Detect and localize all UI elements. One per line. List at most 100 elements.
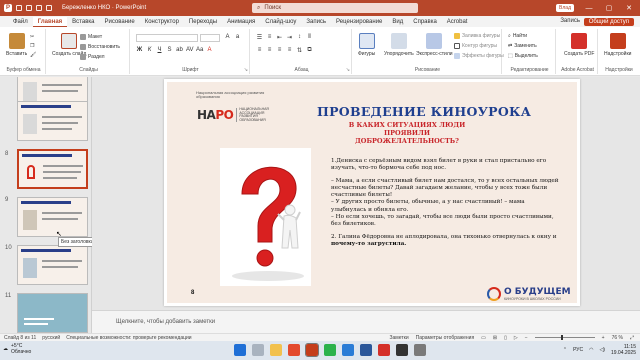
save-icon[interactable] — [26, 5, 32, 11]
start-menu-icon[interactable] — [234, 344, 246, 356]
justify-icon[interactable]: ≡ — [286, 47, 293, 54]
font-size-select[interactable] — [200, 34, 220, 42]
copy-icon[interactable]: ❐ — [30, 43, 34, 49]
columns-icon[interactable]: ⫴ — [306, 34, 313, 41]
grow-font-icon[interactable]: A — [224, 34, 231, 40]
font-color-icon[interactable]: A — [206, 47, 213, 53]
zoom-slider[interactable] — [534, 335, 595, 340]
addins-button[interactable]: Надстройки — [604, 33, 631, 57]
tab-acrobat[interactable]: Acrobat — [442, 17, 473, 27]
tab-file[interactable]: Файл — [8, 17, 33, 27]
slideshow-icon[interactable]: ▷ — [514, 335, 518, 341]
tab-draw[interactable]: Рисование — [99, 17, 139, 27]
smartart-icon[interactable]: ⧉ — [306, 47, 313, 54]
layout-button[interactable]: Макет — [80, 34, 102, 40]
line-spacing-icon[interactable]: ↕ — [296, 34, 303, 41]
settings-icon[interactable] — [414, 344, 426, 356]
accessibility-status[interactable]: Специальные возможности: проверьте реком… — [66, 335, 191, 341]
slide-thumbnails-pane[interactable]: 8 9 10 11 — [0, 77, 92, 333]
reset-button[interactable]: Восстановить — [80, 44, 120, 50]
slide-thumbnail-7[interactable] — [17, 101, 88, 141]
whatsapp-icon[interactable] — [324, 344, 336, 356]
align-right-icon[interactable]: ≡ — [276, 47, 283, 54]
bullets-icon[interactable]: ☰ — [256, 34, 263, 41]
tab-record[interactable]: Запись — [301, 17, 331, 27]
align-left-icon[interactable]: ≡ — [256, 47, 263, 54]
reading-view-icon[interactable]: ▯ — [504, 335, 507, 341]
section-button[interactable]: Раздел — [80, 54, 105, 60]
select-button[interactable]: ⬚ Выделить — [508, 53, 538, 59]
volume-icon[interactable]: ◁) — [599, 347, 605, 353]
fit-to-window-icon[interactable]: ⤢ — [630, 335, 634, 341]
tab-review[interactable]: Рецензирование — [331, 17, 387, 27]
weather-widget[interactable]: ☁ +5°C Облачно — [3, 343, 31, 355]
question-mark-image[interactable] — [220, 148, 311, 286]
yandex-browser-icon[interactable] — [288, 344, 300, 356]
slide-thumbnail-9[interactable] — [17, 197, 88, 237]
telegram-icon[interactable] — [342, 344, 354, 356]
tab-help[interactable]: Справка — [408, 17, 442, 27]
case-icon[interactable]: Aa — [196, 47, 203, 53]
redo-icon[interactable] — [46, 5, 52, 11]
create-pdf-button[interactable]: Создать PDF — [564, 33, 594, 57]
zoom-level[interactable]: 76 % — [612, 335, 623, 341]
tab-animations[interactable]: Анимация — [222, 17, 260, 27]
slide-body-text[interactable]: 1.Дениска с серьёзным видом взял билет в… — [331, 158, 559, 254]
word-icon[interactable] — [360, 344, 372, 356]
tab-design[interactable]: Конструктор — [140, 17, 184, 27]
text-direction-icon[interactable]: ⇅ — [296, 47, 303, 54]
cut-icon[interactable]: ✂ — [30, 34, 34, 40]
find-button[interactable]: ⌕ Найти — [508, 33, 527, 39]
shape-fill-button[interactable]: Заливка фигуры — [454, 33, 500, 39]
decrease-indent-icon[interactable]: ⇤ — [276, 34, 283, 41]
tab-slideshow[interactable]: Слайд-шоу — [260, 17, 301, 27]
align-center-icon[interactable]: ≡ — [266, 47, 273, 54]
record-button[interactable]: Запись — [560, 18, 580, 24]
zoom-out-icon[interactable]: − — [525, 335, 528, 341]
language-indicator[interactable]: русский — [42, 335, 60, 341]
tab-home[interactable]: Главная — [32, 17, 68, 27]
normal-view-icon[interactable]: ▭ — [481, 335, 486, 341]
font-family-select[interactable] — [136, 34, 198, 42]
underline-icon[interactable]: Ч — [156, 47, 163, 53]
tab-view[interactable]: Вид — [387, 17, 408, 27]
minimize-button[interactable]: — — [584, 5, 594, 12]
strikethrough-icon[interactable]: ab — [176, 47, 183, 53]
shape-effects-button[interactable]: Эффекты фигуры — [454, 53, 504, 59]
shadow-icon[interactable]: S — [166, 47, 173, 53]
tray-overflow-icon[interactable]: ⌃ — [563, 347, 567, 353]
acrobat-taskbar-icon[interactable] — [378, 344, 390, 356]
slide-sorter-icon[interactable]: ⊞ — [493, 335, 497, 341]
zoom-slider-thumb[interactable] — [560, 335, 563, 340]
system-clock[interactable]: 11:15 19.04.2025 — [611, 344, 636, 356]
current-slide[interactable]: Национальная ассоциация развития образов… — [164, 79, 580, 306]
italic-icon[interactable]: К — [146, 47, 153, 53]
autosave-icon[interactable] — [16, 5, 22, 11]
spacing-icon[interactable]: AV — [186, 47, 194, 53]
slide-thumbnail-8[interactable] — [17, 149, 88, 189]
taskbar-search-icon[interactable] — [252, 344, 264, 356]
bold-icon[interactable]: Ж — [136, 47, 143, 53]
notes-toggle-button[interactable]: Заметки — [390, 335, 409, 341]
undo-icon[interactable] — [36, 5, 42, 11]
shapes-button[interactable]: Фигуры — [358, 33, 375, 57]
zoom-in-icon[interactable]: + — [602, 335, 605, 341]
tab-insert[interactable]: Вставка — [67, 17, 99, 27]
slide-subtitle[interactable]: В КАКИХ СИТУАЦИЯХ ЛЮДИ ПРОЯВИЛИ ДОБРОЖЕЛ… — [332, 121, 482, 145]
format-painter-icon[interactable]: 🖌 — [30, 52, 36, 58]
shrink-font-icon[interactable]: a — [234, 34, 241, 40]
slide-canvas-area[interactable]: Национальная ассоциация развития образов… — [92, 77, 640, 310]
search-box[interactable]: ⌕ Поиск — [252, 3, 418, 13]
paragraph-dialog-icon[interactable]: ↘ — [346, 67, 350, 73]
wifi-icon[interactable]: ◠ — [589, 347, 593, 353]
paste-button[interactable]: Вставить — [6, 33, 27, 57]
numbering-icon[interactable]: ≡ — [266, 34, 273, 41]
language-switcher[interactable]: РУС — [573, 347, 583, 353]
slide-thumbnail-10[interactable] — [17, 245, 88, 285]
file-explorer-icon[interactable] — [270, 344, 282, 356]
slide-title[interactable]: ПРОВЕДЕНИЕ КИНОУРОКА — [317, 104, 531, 119]
maximize-button[interactable]: ▢ — [604, 4, 614, 12]
powerpoint-taskbar-icon[interactable] — [305, 343, 319, 357]
shape-outline-button[interactable]: Контур фигуры — [454, 43, 497, 49]
slide-thumbnail-11[interactable] — [17, 293, 88, 333]
